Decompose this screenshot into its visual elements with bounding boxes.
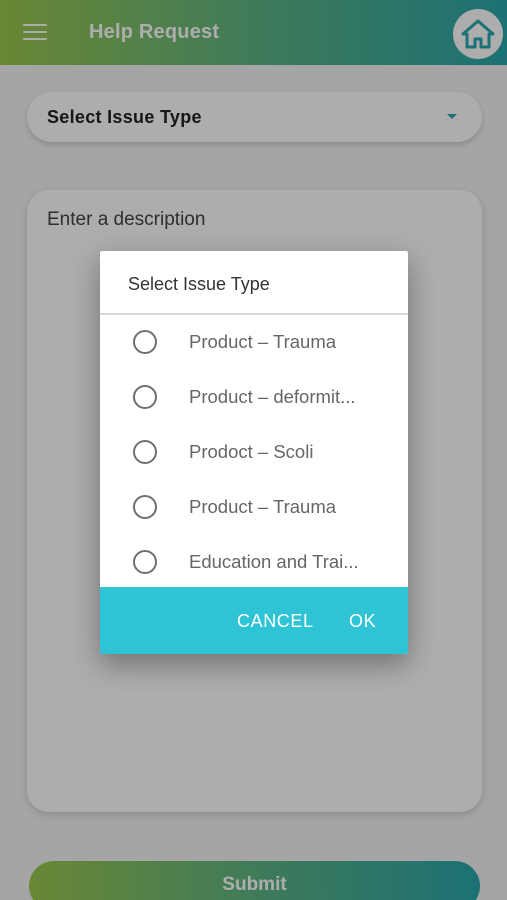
radio-unchecked-icon[interactable] xyxy=(133,330,157,354)
option-item[interactable]: Product – deformit... xyxy=(100,369,408,424)
dialog-title: Select Issue Type xyxy=(128,274,270,294)
option-label: Prodoct – Scoli xyxy=(189,441,314,462)
radio-unchecked-icon[interactable] xyxy=(133,550,157,574)
radio-unchecked-icon[interactable] xyxy=(133,385,157,409)
option-item[interactable]: Prodoct – Scoli xyxy=(100,424,408,479)
option-item[interactable]: Product – Trauma xyxy=(100,314,408,369)
radio-unchecked-icon[interactable] xyxy=(133,495,157,519)
issue-type-dialog: Select Issue Type Product – Trauma Produ… xyxy=(100,251,408,654)
option-label: Product – Trauma xyxy=(189,496,337,517)
option-item[interactable]: Education and Trai... xyxy=(100,534,408,589)
option-item[interactable]: Product – Trauma xyxy=(100,479,408,534)
option-label: Education and Trai... xyxy=(189,551,359,572)
option-label: Product – Trauma xyxy=(189,331,337,352)
dialog-action-bar: CANCEL OK xyxy=(100,587,408,654)
ok-button[interactable]: OK xyxy=(349,611,376,632)
option-label: Product – deformit... xyxy=(189,386,356,407)
radio-unchecked-icon[interactable] xyxy=(133,440,157,464)
option-list: Product – Trauma Product – deformit... P… xyxy=(100,314,408,589)
cancel-button[interactable]: CANCEL xyxy=(237,611,314,632)
